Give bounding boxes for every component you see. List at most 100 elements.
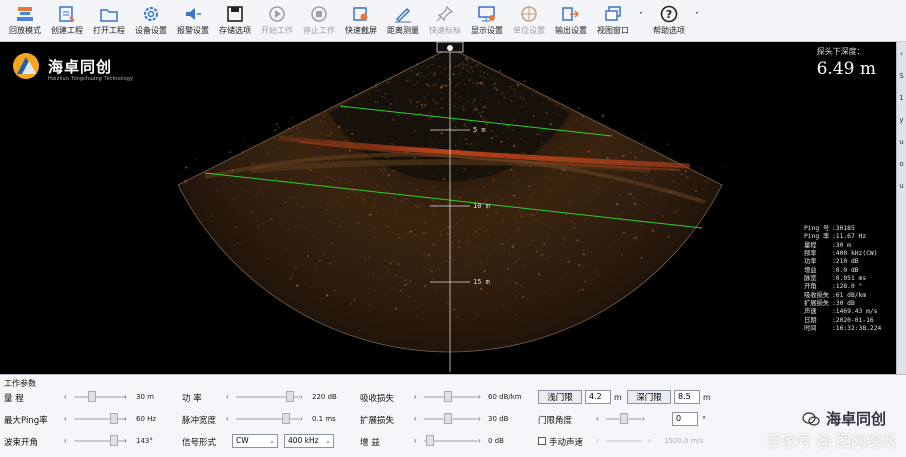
toolbar-button-save[interactable]: 存储选项 bbox=[214, 0, 256, 40]
threshold-angle-input[interactable]: 0 bbox=[672, 412, 698, 426]
toolbar-label: 距离测量 bbox=[387, 26, 419, 35]
gain-increase-arrow[interactable]: › bbox=[478, 436, 481, 445]
info-value: 210 dB bbox=[835, 258, 859, 266]
toolbar-button-window[interactable]: 视图窗口 bbox=[592, 0, 634, 40]
gain-label: 增 益 bbox=[360, 438, 380, 448]
toolbar-button-display-settings[interactable]: 显示设置 bbox=[466, 0, 508, 40]
toolbar-button-gear[interactable]: 设备设置 bbox=[130, 0, 172, 40]
spread-slider-thumb[interactable] bbox=[444, 413, 452, 424]
toolbar-more-dot[interactable]: · bbox=[634, 0, 648, 40]
info-value: 30 m bbox=[835, 241, 851, 249]
toolbar-label: 报警设置 bbox=[177, 26, 209, 35]
sound-speed-value: 1500.0 m/s bbox=[664, 437, 704, 445]
new-project-icon bbox=[56, 4, 78, 24]
right-side-strip[interactable]: ‹ S 1 y u o u bbox=[896, 42, 906, 374]
power-increase-arrow[interactable]: › bbox=[300, 392, 303, 401]
toolbar-button-help[interactable]: ? 帮助选项 bbox=[648, 0, 690, 40]
watermark-logo: 海卓同创 bbox=[802, 408, 886, 429]
sound-speed-increase-arrow[interactable]: › bbox=[648, 436, 651, 445]
toolbar-label: · bbox=[639, 6, 643, 20]
ping-increase-arrow[interactable]: › bbox=[124, 414, 127, 423]
work-params-panel: 工作参数 量 程 ‹ › 30 m 功 率 ‹ › 220 dB 吸收损失 ‹ … bbox=[0, 374, 906, 457]
toolbar-label: 快速标标 bbox=[429, 26, 461, 35]
pulse-value: 0.1 ms bbox=[312, 415, 336, 423]
toolbar-button-pin-mark[interactable]: 快速标标 bbox=[424, 0, 466, 40]
range-slider-thumb[interactable] bbox=[88, 391, 96, 402]
toolbar-more-dot[interactable]: · bbox=[690, 0, 704, 40]
manual-sound-speed-checkbox[interactable] bbox=[538, 437, 546, 445]
toolbar-button-screenshot[interactable]: 快速截屏 bbox=[340, 0, 382, 40]
beam-slider-track[interactable] bbox=[74, 440, 126, 442]
save-icon bbox=[224, 4, 246, 24]
info-value: 30185 bbox=[835, 225, 855, 232]
ping-decrease-arrow[interactable]: ‹ bbox=[64, 414, 67, 423]
beam-increase-arrow[interactable]: › bbox=[124, 436, 127, 445]
toolbar-button-ruler-pen[interactable]: 距离测量 bbox=[382, 0, 424, 40]
absorb-label: 吸收损失 bbox=[360, 394, 395, 404]
ruler-pen-icon bbox=[392, 4, 414, 24]
ping-slider-thumb[interactable] bbox=[110, 413, 118, 424]
range-value: 30 m bbox=[136, 393, 154, 401]
sonar-display[interactable]: 5 m 10 m 15 m 海卓同创 Haizhuo Tongchuang Te… bbox=[0, 42, 896, 374]
signal-mode-select[interactable]: CW ⌄ bbox=[232, 434, 278, 448]
info-value: 0.0 dB bbox=[835, 266, 859, 274]
side-strip-glyph: u bbox=[899, 182, 904, 190]
watermark-text: 百家号 @ 图网综网 bbox=[766, 432, 896, 450]
angle-increase-arrow[interactable]: › bbox=[642, 414, 645, 423]
toolbar-button-user-playback[interactable]: 回放模式 bbox=[4, 0, 46, 40]
info-row: 开角: 128.0 ° bbox=[804, 283, 894, 291]
toolbar-button-export[interactable]: 输出设置 bbox=[550, 0, 592, 40]
toolbar-button-stop[interactable]: 停止工作 bbox=[298, 0, 340, 40]
sound-speed-slider-track[interactable] bbox=[606, 440, 642, 442]
chevron-down-icon: ⌄ bbox=[269, 437, 275, 445]
pulse-slider-track[interactable] bbox=[236, 418, 300, 420]
toolbar-label: 快速截屏 bbox=[345, 26, 377, 35]
range-increase-arrow[interactable]: › bbox=[124, 392, 127, 401]
toolbar-button-play[interactable]: 开始工作 bbox=[256, 0, 298, 40]
range-decrease-arrow[interactable]: ‹ bbox=[64, 392, 67, 401]
probe-depth-readout: 探头下深度： 6.49 m bbox=[817, 46, 876, 79]
shallow-threshold-button[interactable]: 浅门限 bbox=[538, 390, 582, 404]
power-decrease-arrow[interactable]: ‹ bbox=[226, 392, 229, 401]
manual-sound-speed-label: 手动声速 bbox=[549, 438, 584, 448]
beam-decrease-arrow[interactable]: ‹ bbox=[64, 436, 67, 445]
signal-freq-select[interactable]: 400 kHz ⌄ bbox=[284, 434, 334, 448]
shallow-threshold-input[interactable]: 4.2 bbox=[585, 390, 611, 404]
toolbar-button-crosshair[interactable]: 单位设置 bbox=[508, 0, 550, 40]
angle-decrease-arrow[interactable]: ‹ bbox=[596, 414, 599, 423]
company-logo: 海卓同创 Haizhuo Tongchuang Technology bbox=[12, 52, 133, 82]
deep-threshold-button[interactable]: 深门限 bbox=[627, 390, 671, 404]
absorb-slider-thumb[interactable] bbox=[444, 391, 452, 402]
wechat-icon bbox=[802, 411, 820, 426]
power-slider-thumb[interactable] bbox=[286, 391, 294, 402]
pulse-increase-arrow[interactable]: › bbox=[300, 414, 303, 423]
user-playback-icon bbox=[14, 4, 36, 24]
absorb-increase-arrow[interactable]: › bbox=[478, 392, 481, 401]
ping-slider-track[interactable] bbox=[74, 418, 126, 420]
sound-speed-decrease-arrow[interactable]: ‹ bbox=[596, 436, 599, 445]
pulse-slider-thumb[interactable] bbox=[282, 413, 290, 424]
toolbar-button-folder-open[interactable]: 打开工程 bbox=[88, 0, 130, 40]
info-value: 61 dB/km bbox=[835, 291, 867, 299]
range-slider-track[interactable] bbox=[74, 396, 126, 398]
gain-slider-thumb[interactable] bbox=[426, 435, 434, 446]
angle-slider-thumb[interactable] bbox=[620, 413, 628, 424]
chevron-down-icon: ⌄ bbox=[325, 437, 331, 445]
beam-slider-thumb[interactable] bbox=[110, 435, 118, 446]
info-value: 30 dB bbox=[835, 300, 855, 308]
absorb-decrease-arrow[interactable]: ‹ bbox=[414, 392, 417, 401]
spread-decrease-arrow[interactable]: ‹ bbox=[414, 414, 417, 423]
help-icon: ? bbox=[658, 4, 680, 24]
toolbar-button-speaker-alarm[interactable]: 报警设置 bbox=[172, 0, 214, 40]
deep-threshold-input[interactable]: 8.5 bbox=[674, 390, 700, 404]
pulse-decrease-arrow[interactable]: ‹ bbox=[226, 414, 229, 423]
info-key: Ping 率 bbox=[804, 233, 830, 241]
depth-value: 6.49 m bbox=[816, 59, 876, 79]
spread-increase-arrow[interactable]: › bbox=[478, 414, 481, 423]
toolbar-label: 停止工作 bbox=[303, 26, 335, 35]
toolbar-button-new-project[interactable]: 创建工程 bbox=[46, 0, 88, 40]
gain-value: 0 dB bbox=[488, 437, 504, 445]
info-row: Ping 率: 11.67 Hz bbox=[804, 233, 894, 241]
toolbar-label: 帮助选项 bbox=[653, 26, 685, 35]
gain-decrease-arrow[interactable]: ‹ bbox=[414, 436, 417, 445]
